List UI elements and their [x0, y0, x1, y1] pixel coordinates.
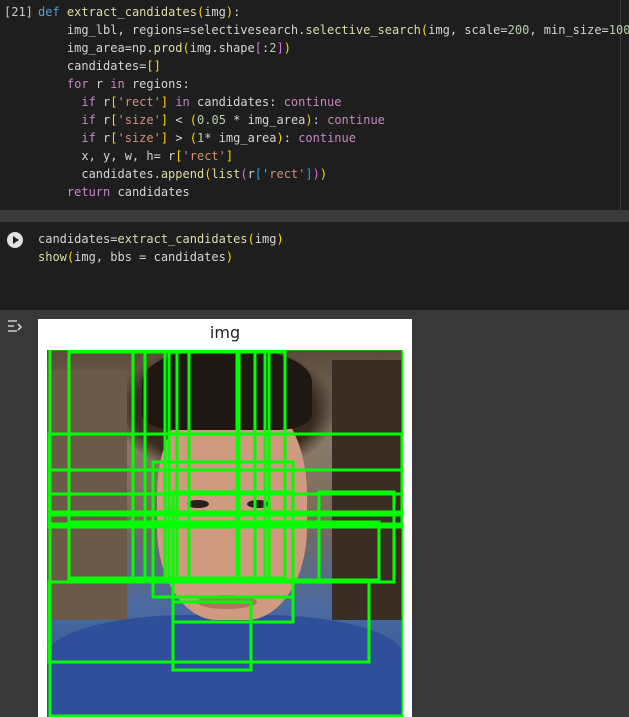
cell-separator	[0, 210, 629, 222]
code-cell-1[interactable]: [21] def extract_candidates(img): img_lb…	[0, 0, 629, 210]
output-toggle-icon[interactable]	[6, 318, 24, 334]
cell-output: img	[0, 310, 629, 717]
code-line: candidates.append(list(r['rect']))	[38, 167, 328, 181]
bbox-rect	[47, 492, 403, 526]
bounding-boxes	[47, 350, 403, 717]
code-editor-1[interactable]: def extract_candidates(img): img_lbl, re…	[33, 0, 629, 210]
code-line: img_lbl, regions=selectivesearch.selecti…	[38, 23, 629, 37]
output-figure: img	[38, 319, 412, 717]
code-line: if r['rect'] in candidates: continue	[81, 95, 342, 109]
code-line: candidates=extract_candidates(img)	[38, 232, 284, 246]
code-line: if r['size'] < (0.05 * img_area): contin…	[81, 113, 385, 127]
code-cell-2[interactable]: candidates=extract_candidates(img) show(…	[0, 222, 629, 310]
code-line: def extract_candidates(img):	[38, 5, 241, 19]
code-line: img_area=np.prod(img.shape[:2])	[38, 41, 291, 55]
bbox-rect	[171, 600, 253, 672]
bbox-rect	[143, 350, 267, 580]
code-line: x, y, w, h= r['rect']	[38, 149, 234, 163]
run-cell-button[interactable]	[7, 232, 23, 248]
output-image	[47, 350, 403, 717]
code-line: return candidates	[66, 185, 190, 199]
code-line: if r['size'] > (1* img_area): continue	[81, 131, 356, 145]
bbox-rect	[175, 350, 239, 580]
code-editor-2[interactable]: candidates=extract_candidates(img) show(…	[33, 222, 620, 310]
code-line: candidates=[]	[38, 59, 161, 73]
bbox-rect	[187, 350, 271, 580]
execution-count: [21]	[4, 5, 33, 19]
bbox-rect	[67, 350, 167, 580]
bbox-rect	[47, 432, 403, 496]
figure-title: img	[209, 323, 241, 342]
bbox-rect	[317, 490, 396, 584]
code-line: show(img, bbs = candidates)	[38, 250, 234, 264]
bbox-rect	[67, 520, 381, 582]
code-line: for r in regions:	[66, 77, 190, 91]
